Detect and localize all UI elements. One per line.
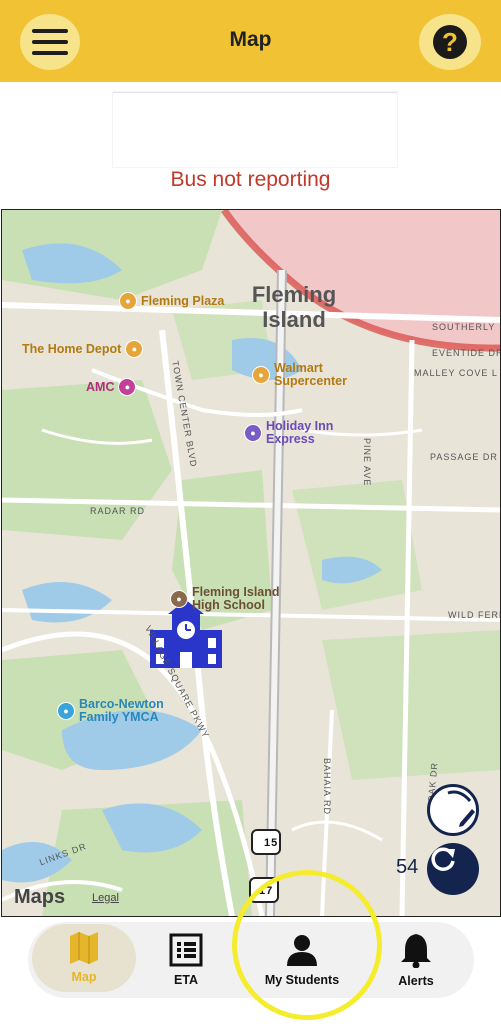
gym-icon: ●	[57, 702, 75, 720]
refresh-icon	[431, 847, 455, 871]
refresh-button[interactable]	[427, 843, 479, 895]
map-view[interactable]: 15 17 Fleming Island ● Fleming Plaza The …	[1, 209, 501, 917]
map-icon	[70, 932, 98, 964]
tab-eta[interactable]: ETA	[140, 922, 232, 998]
tab-map[interactable]: Map	[32, 924, 136, 992]
road-bahaia: BAHAIA RD	[322, 758, 332, 816]
poi-ymca[interactable]: ● Barco-Newton Family YMCA	[57, 698, 189, 724]
bottom-tab-bar: Map ETA My Students Alerts	[28, 922, 474, 998]
route-15-label: 15	[264, 837, 279, 849]
tab-my-students[interactable]: My Students	[242, 922, 362, 998]
area-label: Fleming Island	[251, 282, 337, 332]
help-icon: ?	[433, 25, 467, 59]
tab-eta-label: ETA	[173, 973, 199, 987]
poi-holiday-inn[interactable]: ● Holiday Inn Express	[244, 420, 346, 446]
pencil-icon	[447, 790, 475, 827]
road-southerly: SOUTHERLY	[432, 322, 496, 332]
road-malley-cove: MALLEY COVE L	[414, 368, 498, 378]
tab-map-label: Map	[71, 970, 97, 984]
poi-fleming-plaza[interactable]: ● Fleming Plaza	[119, 292, 224, 310]
tab-alerts-label: Alerts	[398, 974, 434, 988]
road-wild-fern: WILD FERN	[448, 610, 501, 620]
hotel-icon: ●	[244, 424, 262, 442]
road-passage: PASSAGE DR	[430, 452, 498, 462]
road-eventide: EVENTIDE DR	[432, 348, 501, 358]
bus-status-message: Bus not reporting	[170, 168, 331, 191]
road-radar: RADAR RD	[90, 506, 146, 516]
bus-info-box	[113, 92, 397, 167]
shopping-icon: ●	[119, 292, 137, 310]
road-pine-ave: PINE AVE	[362, 438, 372, 487]
school-icon: ●	[170, 590, 188, 608]
store-icon: ●	[125, 340, 144, 358]
help-button[interactable]: ?	[419, 14, 481, 70]
app-header: Map ?	[0, 0, 501, 82]
cart-icon: ●	[252, 366, 270, 384]
speed-readout: 54	[396, 856, 419, 878]
cinema-icon: ●	[118, 378, 137, 396]
compass-button[interactable]	[427, 784, 479, 836]
eta-list-icon	[169, 933, 203, 967]
poi-amc[interactable]: AMC ●	[86, 378, 140, 396]
poi-walmart[interactable]: ● Walmart Supercenter	[252, 362, 364, 388]
poi-home-depot[interactable]: The Home Depot ●	[22, 340, 147, 358]
student-icon	[287, 935, 317, 966]
route-17-label: 17	[259, 885, 274, 897]
tab-my-students-label: My Students	[264, 973, 340, 987]
tab-alerts[interactable]: Alerts	[374, 922, 458, 998]
bell-icon	[401, 934, 431, 968]
poi-high-school[interactable]: ● Fleming Island High School	[170, 586, 302, 612]
legal-link[interactable]: Legal	[92, 892, 119, 904]
apple-maps-logo: Maps	[14, 886, 66, 908]
